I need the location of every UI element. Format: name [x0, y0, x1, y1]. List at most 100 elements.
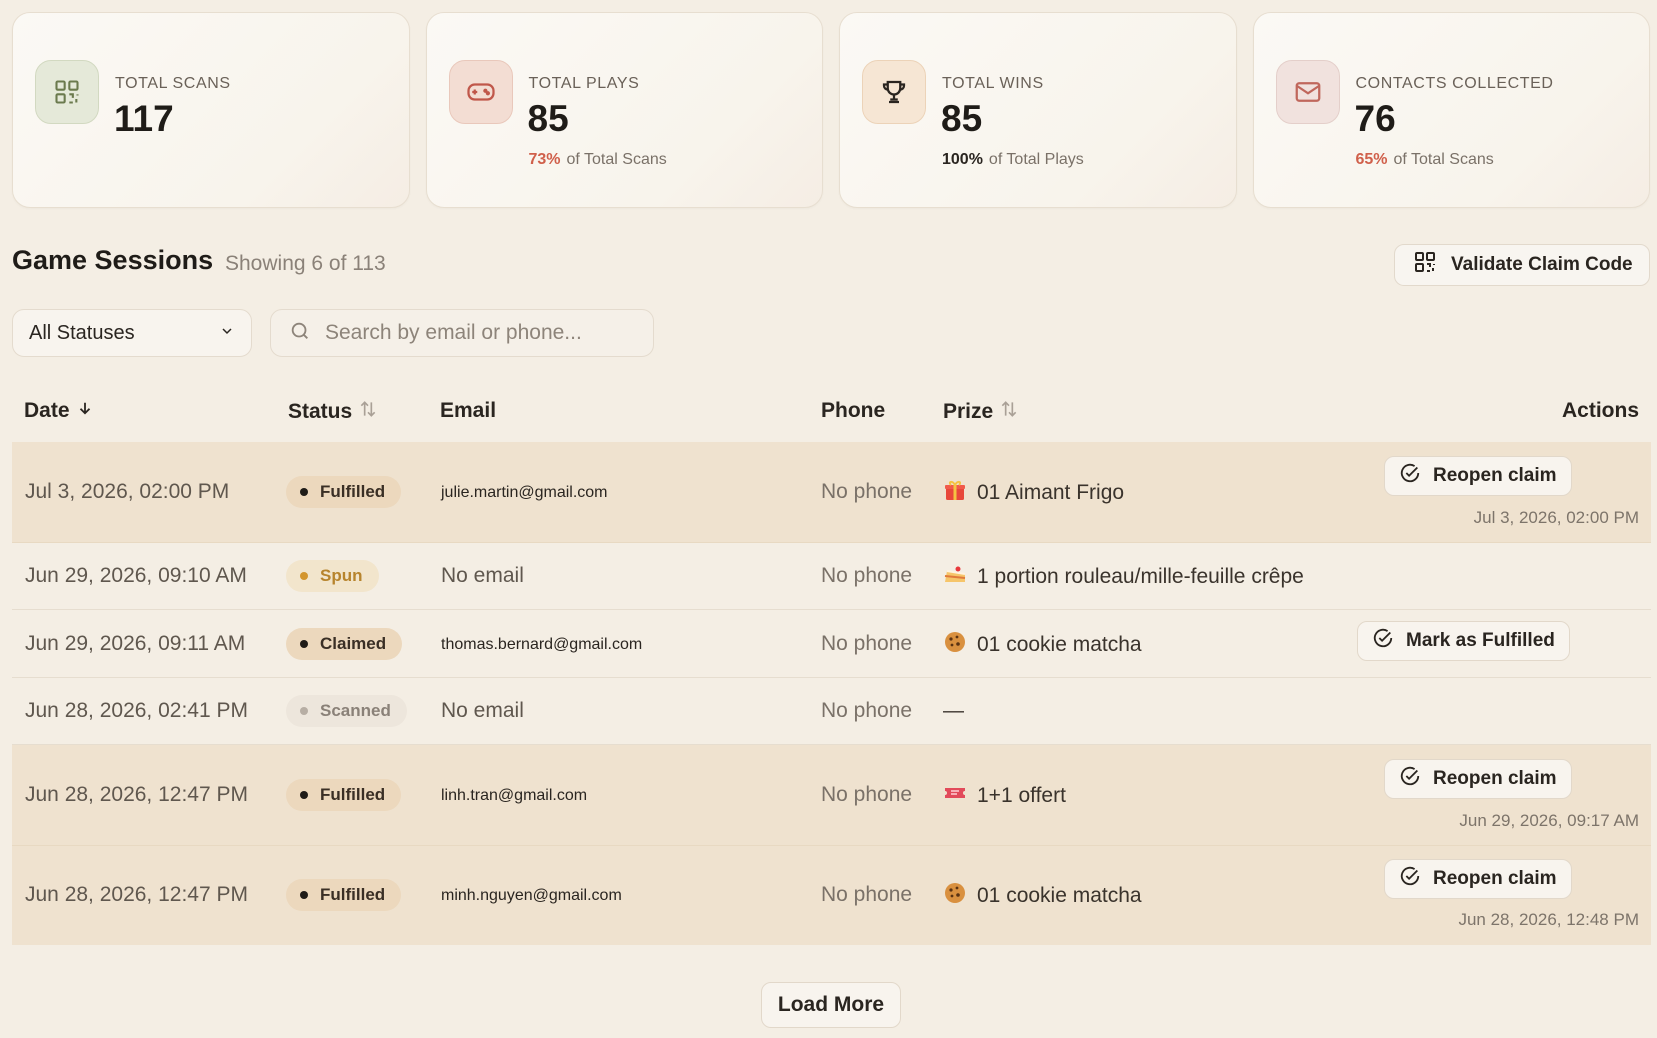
status-dot — [300, 791, 308, 799]
sort-icon — [358, 399, 378, 425]
status-label: Claimed — [320, 634, 387, 653]
trophy-icon — [862, 60, 926, 124]
session-date: Jul 3, 2026, 02:00 PM — [25, 480, 230, 503]
prize-label: 01 cookie matcha — [977, 633, 1142, 656]
session-prize: 01 cookie matcha — [943, 881, 1142, 911]
stat-label: TOTAL SCANS — [115, 75, 231, 92]
session-email: julie.martin@gmail.com — [441, 484, 608, 501]
reopen-claim-button[interactable]: Reopen claim — [1384, 456, 1572, 496]
session-phone: No phone — [821, 480, 913, 503]
column-header-phone: Phone — [821, 399, 885, 423]
status-dot — [300, 707, 308, 715]
session-date: Jun 28, 2026, 02:41 PM — [25, 699, 248, 722]
status-badge: Spun — [286, 560, 379, 592]
stat-label: CONTACTS COLLECTED — [1355, 75, 1554, 92]
stat-card-total-plays: TOTAL PLAYS 85 73% of Total Scans — [425, 12, 823, 208]
column-header-prize[interactable]: Prize — [943, 399, 1019, 425]
session-email: No email — [441, 699, 524, 722]
column-header-email: Email — [440, 399, 496, 423]
status-dot — [300, 488, 308, 496]
session-date: Jun 29, 2026, 09:11 AM — [25, 632, 246, 655]
session-phone: No phone — [821, 632, 913, 655]
stat-card-contacts-collected: CONTACTS COLLECTED 76 65% of Total Scans — [1252, 12, 1650, 208]
reopen-claim-button[interactable]: Reopen claim — [1384, 859, 1572, 899]
session-prize: 01 cookie matcha — [943, 630, 1142, 660]
stat-sub: 100% of Total Plays — [942, 151, 1084, 169]
column-header-status[interactable]: Status — [288, 399, 378, 425]
status-label: Spun — [320, 566, 363, 585]
status-label: Fulfilled — [320, 885, 386, 904]
stats-row: TOTAL SCANS 117 TOTAL PLAYS 85 73% of Tot… — [12, 12, 1650, 210]
mail-icon — [1275, 60, 1340, 124]
session-phone: No phone — [821, 883, 913, 906]
column-header-label: Prize — [943, 400, 994, 423]
status-label: Fulfilled — [320, 482, 386, 501]
stat-sub-text: of Total Scans — [1393, 151, 1494, 168]
cookie-emoji-icon — [943, 881, 967, 911]
validate-claim-code-label: Validate Claim Code — [1451, 254, 1633, 275]
reopen-claim-label: Reopen claim — [1433, 868, 1557, 889]
status-badge: Claimed — [286, 628, 403, 660]
qr-code-icon — [35, 60, 99, 124]
prize-label: 1 portion rouleau/mille-feuille crêpe — [977, 565, 1304, 588]
status-badge: Scanned — [286, 695, 407, 727]
prize-label: 1+1 offert — [977, 784, 1066, 807]
session-email: minh.nguyen@gmail.com — [441, 887, 622, 904]
table-row: Jul 3, 2026, 02:00 PM Fulfilled julie.ma… — [12, 442, 1651, 543]
session-prize: — — [943, 699, 964, 722]
status-label: Fulfilled — [320, 785, 386, 804]
reopen-claim-button[interactable]: Reopen claim — [1384, 759, 1572, 799]
stat-value: 85 — [941, 98, 983, 139]
prize-label: 01 Aimant Frigo — [977, 481, 1125, 504]
column-header-date[interactable]: Date — [24, 399, 94, 423]
status-dot — [300, 640, 308, 648]
search-input[interactable] — [325, 321, 625, 345]
qr-code-icon — [1413, 250, 1437, 280]
validate-claim-code-button[interactable]: Validate Claim Code — [1394, 244, 1650, 286]
stat-card-total-scans: TOTAL SCANS 117 — [12, 12, 410, 208]
column-header-actions: Actions — [1562, 399, 1639, 423]
action-date: Jul 3, 2026, 02:00 PM — [1473, 508, 1639, 527]
stat-percent: 73% — [528, 151, 561, 168]
session-phone: No phone — [821, 699, 913, 722]
stat-sub-text: of Total Plays — [988, 151, 1084, 168]
table-row: Jun 29, 2026, 09:11 AM Claimed thomas.be… — [12, 610, 1651, 678]
ticket-emoji-icon — [943, 781, 967, 811]
column-header-label: Status — [288, 400, 353, 423]
reopen-claim-label: Reopen claim — [1433, 768, 1557, 789]
page-title: Game Sessions — [12, 245, 214, 275]
status-dot — [300, 572, 308, 580]
check-circle-icon — [1399, 865, 1421, 893]
session-date: Jun 28, 2026, 12:47 PM — [25, 883, 248, 906]
stat-sub: 73% of Total Scans — [529, 151, 667, 169]
column-header-label: Phone — [821, 399, 886, 422]
load-more-button[interactable]: Load More — [761, 982, 901, 1028]
mark-as-fulfilled-button[interactable]: Mark as Fulfilled — [1357, 621, 1570, 661]
session-email: thomas.bernard@gmail.com — [441, 636, 643, 653]
column-header-label: Date — [24, 399, 70, 422]
session-email: linh.tran@gmail.com — [441, 787, 588, 804]
stat-percent: 65% — [1355, 151, 1388, 168]
column-header-label: Actions — [1562, 399, 1640, 422]
cake-emoji-icon — [943, 562, 967, 592]
check-circle-icon — [1399, 765, 1421, 793]
table-row: Jun 28, 2026, 02:41 PM Scanned No email … — [12, 678, 1651, 745]
status-label: Scanned — [320, 701, 391, 720]
stat-sub-text: of Total Scans — [566, 151, 667, 168]
mark-as-fulfilled-label: Mark as Fulfilled — [1406, 630, 1555, 651]
status-filter-select[interactable]: All Statuses — [12, 309, 252, 357]
check-circle-icon — [1372, 627, 1394, 655]
status-badge: Fulfilled — [286, 879, 402, 911]
gamepad-icon — [448, 60, 513, 124]
stat-label: TOTAL PLAYS — [528, 75, 640, 92]
stat-value: 117 — [114, 98, 174, 139]
session-phone: No phone — [821, 564, 913, 587]
table-row: Jun 28, 2026, 12:47 PM Fulfilled linh.tr… — [12, 745, 1651, 846]
chevron-down-icon — [219, 322, 235, 345]
session-date: Jun 28, 2026, 12:47 PM — [25, 783, 248, 806]
table-row: Jun 29, 2026, 09:10 AM Spun No email No … — [12, 543, 1651, 610]
stat-value: 85 — [527, 98, 569, 139]
stat-sub: 65% of Total Scans — [1356, 151, 1494, 169]
session-phone: No phone — [821, 783, 913, 806]
search-icon — [289, 320, 311, 347]
